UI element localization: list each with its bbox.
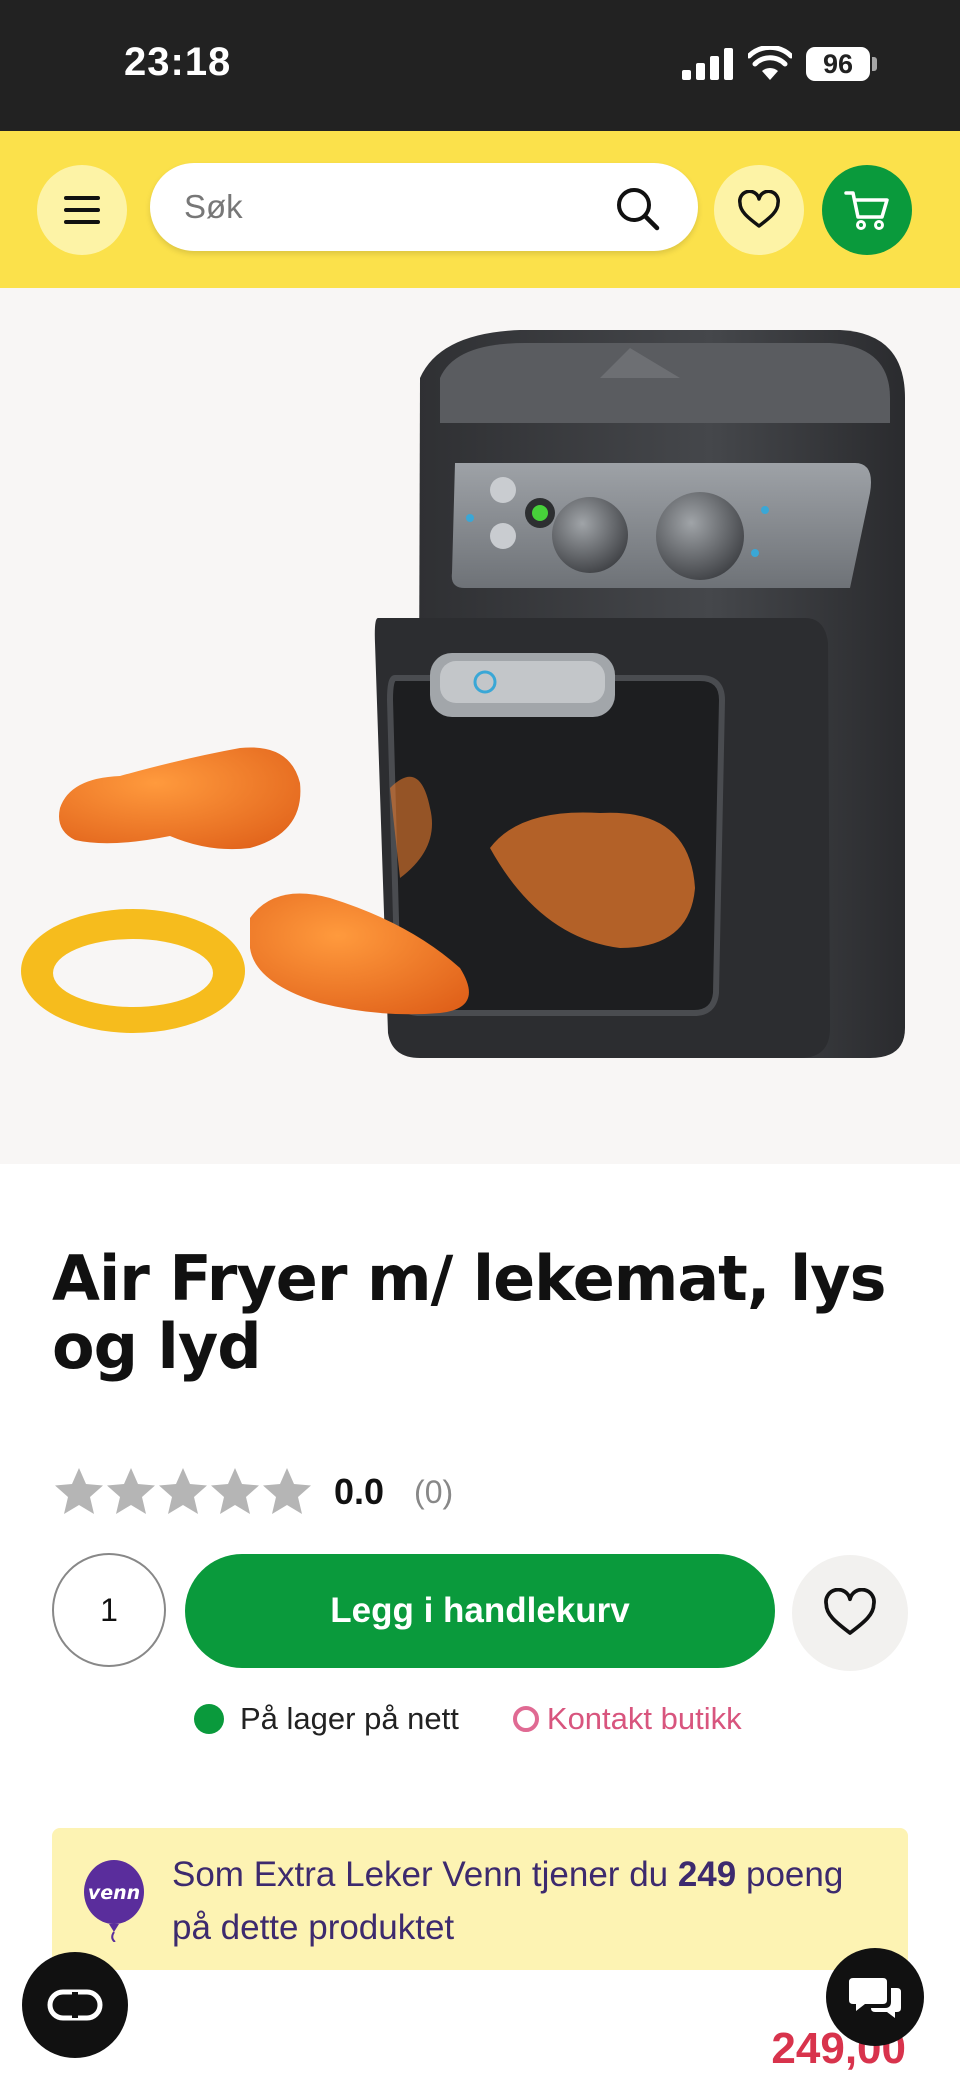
star-icon [159, 1468, 207, 1514]
wifi-icon [748, 46, 792, 80]
in-stock-dot-icon [194, 1704, 224, 1734]
store-status-ring-icon [512, 1706, 539, 1732]
status-time: 23:18 [124, 40, 232, 84]
star-icon [107, 1468, 155, 1514]
search-bar[interactable] [150, 163, 698, 251]
battery-tip [872, 57, 877, 71]
star-icon [263, 1468, 311, 1514]
rating-value: 0.0 [334, 1471, 385, 1512]
product-image[interactable] [0, 288, 960, 1164]
loyalty-banner: venn Som Extra Leker Venn tjener du 249 … [52, 1828, 908, 1970]
star-icon [211, 1468, 259, 1514]
heart-icon [738, 190, 780, 228]
loyalty-text-before: Som Extra Leker Venn tjener du [172, 1855, 678, 1894]
search-icon[interactable] [614, 185, 660, 231]
star-icon [55, 1468, 103, 1514]
chat-button[interactable] [826, 1948, 924, 2046]
cart-icon [844, 191, 889, 230]
heart-icon [824, 1588, 876, 1635]
chat-icon [849, 1978, 901, 2018]
rating-count: (0) [414, 1473, 454, 1510]
menu-button[interactable] [37, 165, 127, 255]
quantity-input[interactable]: 1 [52, 1553, 166, 1667]
site-header [0, 131, 960, 288]
product-rating[interactable]: 0.0 (0) [52, 1464, 453, 1520]
menu-icon [64, 196, 100, 224]
loyalty-text: Som Extra Leker Venn tjener du 249 poeng… [172, 1848, 872, 1954]
loyalty-points: 249 [677, 1855, 737, 1894]
search-input[interactable] [184, 181, 584, 233]
rating-stars [52, 1465, 312, 1519]
add-to-wishlist-button[interactable] [792, 1555, 908, 1671]
toggle-icon [47, 1989, 103, 2021]
product-title: Air Fryer m/ lekemat, lys og lyd [52, 1242, 887, 1383]
battery-indicator: 96 [806, 47, 870, 81]
air-fryer-illustration [21, 330, 905, 1058]
stock-status: På lager på nett Kontakt butikk [194, 1697, 742, 1741]
online-stock-text: På lager på nett [240, 1701, 459, 1736]
add-to-cart-button[interactable]: Legg i handlekurv [185, 1554, 775, 1668]
cart-button[interactable] [822, 165, 912, 255]
venn-balloon-logo: venn [84, 1860, 144, 1942]
venn-logo-text: venn [88, 1882, 140, 1904]
wishlist-button[interactable] [714, 165, 804, 255]
contact-store-link[interactable]: Kontakt butikk [547, 1701, 742, 1737]
status-bar: 23:18 96 [0, 0, 960, 131]
signal-icon [682, 48, 734, 80]
accessibility-toggle-button[interactable] [22, 1952, 128, 2058]
